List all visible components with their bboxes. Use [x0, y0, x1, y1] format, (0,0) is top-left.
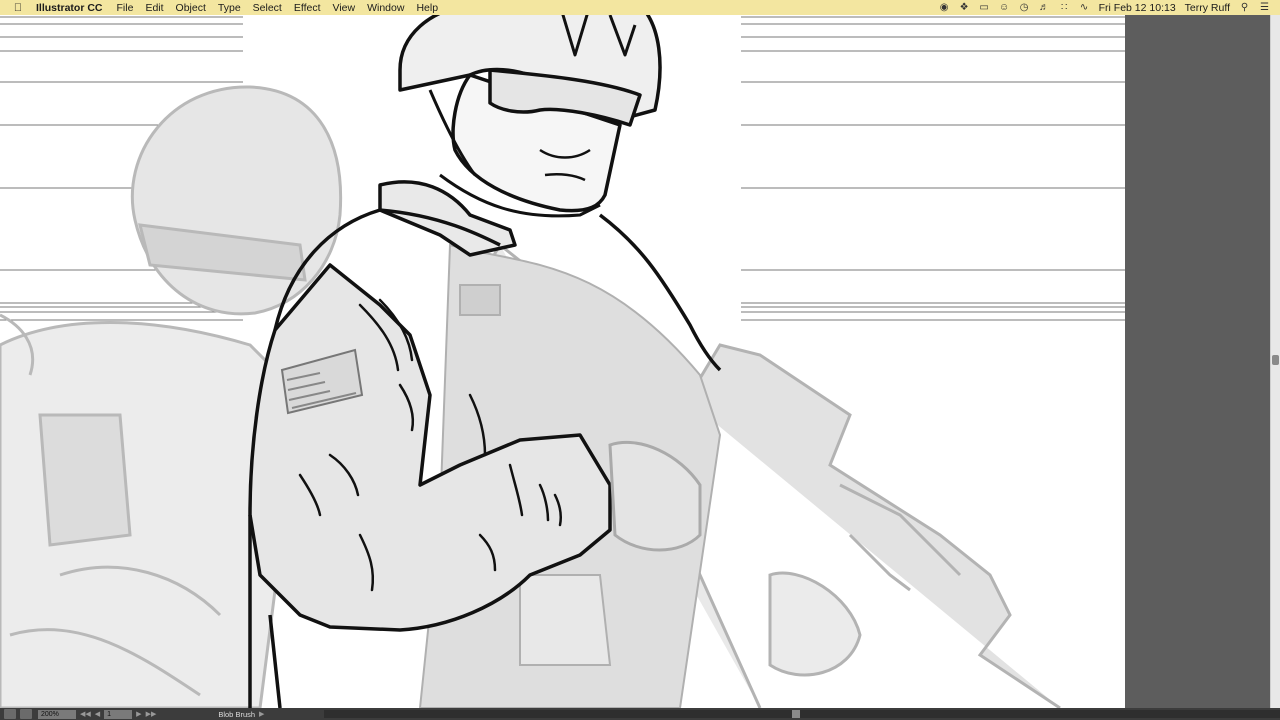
menu-help[interactable]: Help: [416, 2, 438, 14]
next-artboard-icon[interactable]: ▶: [136, 710, 141, 718]
clock[interactable]: Fri Feb 12 10:13: [1099, 2, 1176, 14]
first-artboard-icon[interactable]: ◀◀: [80, 710, 91, 718]
artboard-canvas[interactable]: [0, 15, 1125, 708]
notification-center-icon[interactable]: ☰: [1259, 2, 1270, 13]
pasteboard: [1125, 15, 1270, 708]
menu-window[interactable]: Window: [367, 2, 404, 14]
wifi-icon[interactable]: ∿: [1079, 2, 1090, 13]
status-bar: 200% ◀◀ ◀ 1 ▶ ▶▶ Blob Brush ▶: [0, 708, 1280, 720]
user-name[interactable]: Terry Ruff: [1185, 2, 1230, 14]
artwork: [0, 15, 1125, 708]
artboard-number-field[interactable]: 1: [104, 709, 133, 719]
time-machine-icon[interactable]: ◷: [1019, 2, 1030, 13]
artboard-navigation-icon[interactable]: [4, 709, 16, 719]
menu-bar:  Illustrator CC File Edit Object Type S…: [0, 0, 1280, 15]
spotlight-search-icon[interactable]: ⚲: [1239, 2, 1250, 13]
app-menu[interactable]: Illustrator CC: [36, 2, 103, 14]
bluetooth-icon[interactable]: ∷: [1059, 2, 1070, 13]
head: [398, 15, 662, 218]
record-icon[interactable]: ◉: [939, 2, 950, 13]
menu-object[interactable]: Object: [176, 2, 206, 14]
previous-artboard-icon[interactable]: ◀: [95, 710, 100, 718]
last-artboard-icon[interactable]: ▶▶: [146, 710, 157, 718]
vertical-scroll-thumb[interactable]: [1272, 355, 1279, 365]
vertical-scrollbar[interactable]: [1270, 15, 1280, 708]
menu-type[interactable]: Type: [218, 2, 241, 14]
accessibility-icon[interactable]: ☺: [999, 2, 1010, 13]
zoom-field[interactable]: 200%: [38, 709, 76, 719]
menu-view[interactable]: View: [333, 2, 356, 14]
guide-lines-right: [741, 16, 1125, 321]
status-menu-arrow-icon[interactable]: ▶: [259, 710, 264, 718]
display-icon[interactable]: ▭: [979, 2, 990, 13]
menu-effect[interactable]: Effect: [294, 2, 321, 14]
apple-icon[interactable]: : [0, 2, 36, 14]
volume-icon[interactable]: ♬: [1039, 2, 1050, 13]
menu-select[interactable]: Select: [253, 2, 282, 14]
rotate-view-icon[interactable]: [20, 709, 32, 719]
dropbox-icon[interactable]: ❖: [959, 2, 970, 13]
menu-edit[interactable]: Edit: [145, 2, 163, 14]
horizontal-scrollbar[interactable]: [324, 710, 1280, 718]
horizontal-scroll-thumb[interactable]: [792, 710, 801, 718]
current-tool-label[interactable]: Blob Brush: [218, 710, 255, 719]
menu-file[interactable]: File: [117, 2, 134, 14]
